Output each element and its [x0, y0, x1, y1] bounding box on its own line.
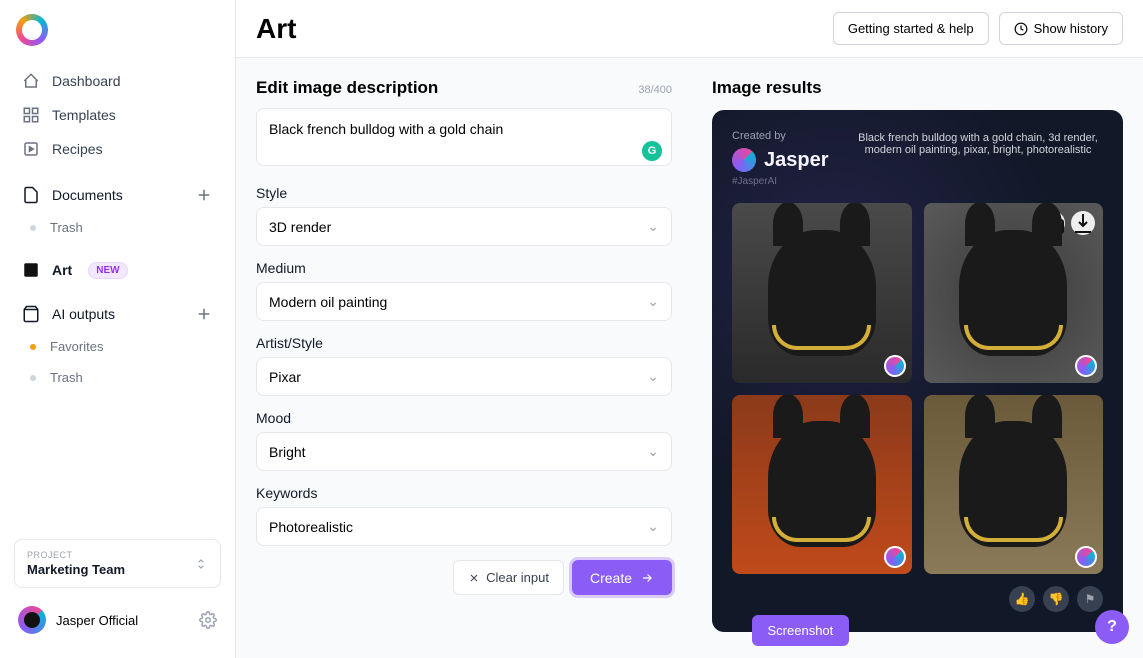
flag-button[interactable]: ⚑ — [1077, 586, 1103, 612]
form-panel: Edit image description 38/400 G Style 3D… — [236, 58, 692, 658]
nav-label: Trash — [50, 370, 83, 385]
nav-label: Documents — [52, 187, 123, 203]
screenshot-button[interactable]: Screenshot — [752, 615, 850, 646]
select-value: 3D render — [269, 219, 331, 235]
keywords-select[interactable]: Photorealistic ⌄ — [256, 507, 672, 546]
grid-icon — [22, 106, 40, 124]
sidebar: Dashboard Templates Recipes Documents Tr… — [0, 0, 236, 658]
style-select[interactable]: 3D render ⌄ — [256, 207, 672, 246]
watermark-icon — [884, 355, 906, 377]
prompt-input[interactable] — [256, 108, 672, 166]
app-logo[interactable] — [16, 14, 48, 46]
dot-icon — [30, 375, 36, 381]
help-fab[interactable]: ? — [1095, 610, 1129, 644]
play-icon — [22, 140, 40, 158]
chevron-down-icon: ⌄ — [647, 368, 659, 385]
style-label: Style — [256, 185, 672, 201]
result-card: Created by Jasper #JasperAI Black french… — [712, 110, 1123, 632]
nav-favorites[interactable]: Favorites — [12, 331, 223, 362]
project-name: Marketing Team — [27, 562, 125, 577]
nav-templates[interactable]: Templates — [12, 98, 223, 132]
select-value: Pixar — [269, 369, 301, 385]
dot-icon — [30, 225, 36, 231]
nav-label: Art — [52, 262, 72, 278]
history-button[interactable]: Show history — [999, 12, 1123, 45]
nav-ai-outputs[interactable]: AI outputs — [12, 297, 223, 331]
user-name: Jasper Official — [56, 613, 189, 628]
nav-recipes[interactable]: Recipes — [12, 132, 223, 166]
results-panel: Image results Created by Jasper #JasperA… — [692, 58, 1143, 658]
chevron-down-icon: ⌄ — [647, 218, 659, 235]
download-icon[interactable] — [1071, 211, 1095, 235]
results-title: Image results — [712, 78, 1123, 98]
medium-select[interactable]: Modern oil painting ⌄ — [256, 282, 672, 321]
hashtag: #JasperAI — [732, 176, 1103, 187]
artist-label: Artist/Style — [256, 335, 672, 351]
nav-label: Templates — [52, 107, 116, 123]
select-value: Bright — [269, 444, 306, 460]
main: Art Getting started & help Show history … — [236, 0, 1143, 658]
plus-icon[interactable] — [195, 305, 213, 323]
grammarly-icon[interactable]: G — [642, 141, 662, 161]
creator-name: Jasper — [764, 149, 829, 172]
artist-select[interactable]: Pixar ⌄ — [256, 357, 672, 396]
user-row: Jasper Official — [12, 596, 223, 644]
creator-avatar — [732, 148, 756, 172]
watermark-icon — [884, 546, 906, 568]
create-button[interactable]: Create — [572, 560, 672, 595]
nav-documents-trash[interactable]: Trash — [12, 212, 223, 243]
watermark-icon — [1075, 546, 1097, 568]
close-icon — [468, 572, 480, 584]
clear-button[interactable]: Clear input — [453, 560, 564, 595]
thumbs-down-button[interactable]: 👎 — [1043, 586, 1069, 612]
selector-icon — [194, 557, 208, 571]
watermark-icon — [1075, 355, 1097, 377]
page-title: Art — [256, 13, 296, 45]
chevron-down-icon: ⌄ — [647, 443, 659, 460]
image-icon — [22, 261, 40, 279]
nav-label: Favorites — [50, 339, 103, 354]
keywords-label: Keywords — [256, 485, 672, 501]
document-icon — [22, 186, 40, 204]
thumbs-up-button[interactable]: 👍 — [1009, 586, 1035, 612]
bag-icon — [22, 305, 40, 323]
chevron-down-icon: ⌄ — [647, 293, 659, 310]
form-title: Edit image description — [256, 78, 438, 98]
prompt-summary: Black french bulldog with a gold chain, … — [853, 132, 1103, 156]
nav-dashboard[interactable]: Dashboard — [12, 64, 223, 98]
char-count: 38/400 — [638, 84, 672, 96]
home-icon — [22, 72, 40, 90]
dot-icon — [30, 344, 36, 350]
medium-label: Medium — [256, 260, 672, 276]
project-label: PROJECT — [27, 550, 125, 560]
new-badge: NEW — [88, 262, 127, 279]
nav-label: Trash — [50, 220, 83, 235]
nav-label: AI outputs — [52, 306, 115, 322]
nav-outputs-trash[interactable]: Trash — [12, 362, 223, 393]
nav-art[interactable]: Art NEW — [12, 253, 223, 287]
help-button[interactable]: Getting started & help — [833, 12, 989, 45]
generated-image[interactable] — [924, 203, 1104, 383]
select-value: Photorealistic — [269, 519, 353, 535]
mood-select[interactable]: Bright ⌄ — [256, 432, 672, 471]
clock-icon — [1014, 22, 1028, 36]
generated-image[interactable] — [924, 395, 1104, 575]
project-selector[interactable]: PROJECT Marketing Team — [14, 539, 221, 588]
user-avatar[interactable] — [18, 606, 46, 634]
gear-icon[interactable] — [199, 611, 217, 629]
nav-label: Recipes — [52, 141, 103, 157]
generated-image[interactable] — [732, 395, 912, 575]
header: Art Getting started & help Show history — [236, 0, 1143, 58]
chevron-down-icon: ⌄ — [647, 518, 659, 535]
select-value: Modern oil painting — [269, 294, 387, 310]
mood-label: Mood — [256, 410, 672, 426]
nav-label: Dashboard — [52, 73, 121, 89]
arrow-right-icon — [640, 571, 654, 585]
nav-documents[interactable]: Documents — [12, 178, 223, 212]
generated-image[interactable] — [732, 203, 912, 383]
plus-icon[interactable] — [195, 186, 213, 204]
